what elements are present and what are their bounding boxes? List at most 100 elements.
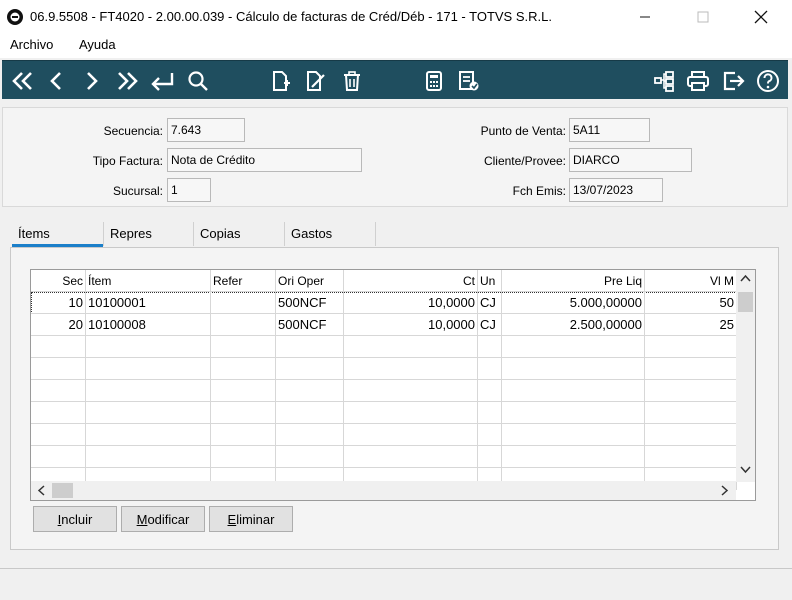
empty-cell — [478, 336, 502, 358]
column-header-ct[interactable]: Ct — [344, 270, 478, 292]
incluir-button[interactable]: Incluir — [33, 506, 117, 532]
fch-emis-field[interactable]: 13/07/2023 — [569, 178, 663, 202]
horizontal-scrollbar[interactable] — [31, 481, 736, 500]
empty-cell — [344, 358, 478, 380]
list-check-button[interactable] — [454, 61, 484, 100]
cell-refer — [211, 314, 276, 336]
empty-cell — [276, 446, 344, 468]
empty-cell — [276, 402, 344, 424]
print-button[interactable] — [684, 61, 712, 100]
empty-cell — [645, 358, 737, 380]
tab-items[interactable]: Ítems — [12, 220, 103, 246]
cell-un: CJ — [478, 314, 502, 336]
column-header-refer[interactable]: Refer — [211, 270, 276, 292]
empty-cell — [645, 446, 737, 468]
punto-venta-field[interactable]: 5A11 — [569, 118, 650, 142]
empty-cell — [478, 446, 502, 468]
last-record-button[interactable] — [112, 61, 142, 100]
return-button[interactable] — [146, 61, 178, 100]
empty-cell — [478, 402, 502, 424]
close-button[interactable] — [738, 0, 784, 34]
scroll-down-icon[interactable] — [740, 466, 751, 474]
help-button[interactable] — [754, 61, 782, 100]
cell-item: 10100008 — [86, 314, 211, 336]
tab-copias[interactable]: Copias — [194, 220, 283, 246]
menu-ayuda[interactable]: Ayuda — [79, 37, 116, 52]
empty-cell — [344, 402, 478, 424]
search-button[interactable] — [184, 61, 212, 100]
empty-cell — [645, 336, 737, 358]
tab-repres[interactable]: Repres — [104, 220, 192, 246]
previous-record-button[interactable] — [44, 61, 68, 100]
column-header-ori-oper[interactable]: Ori Oper — [276, 270, 344, 292]
cell-vl-m: 50 — [645, 292, 737, 314]
empty-cell — [31, 380, 86, 402]
tab-gastos[interactable]: Gastos — [285, 220, 375, 246]
empty-cell — [86, 402, 211, 424]
items-grid[interactable]: Sec Ítem Refer Ori Oper Ct Un Pre Liq Vl… — [30, 269, 756, 501]
column-header-sec[interactable]: Sec — [31, 270, 86, 292]
empty-cell — [31, 358, 86, 380]
column-header-vl-m[interactable]: Vl M — [645, 270, 737, 292]
minimize-button[interactable] — [622, 0, 668, 34]
empty-cell — [211, 336, 276, 358]
vertical-scrollbar[interactable] — [736, 270, 755, 482]
column-header-un[interactable]: Un — [478, 270, 502, 292]
tipo-factura-field[interactable]: Nota de Crédito — [167, 148, 362, 172]
delete-button[interactable] — [338, 61, 366, 100]
return-icon — [151, 72, 174, 91]
empty-cell — [344, 380, 478, 402]
scroll-right-icon[interactable] — [721, 485, 729, 496]
modificar-button[interactable]: Modificar — [121, 506, 205, 532]
eliminar-button[interactable]: Eliminar — [209, 506, 293, 532]
new-document-button[interactable] — [267, 61, 295, 100]
sucursal-field[interactable]: 1 — [167, 178, 211, 202]
horizontal-scroll-thumb[interactable] — [52, 483, 73, 498]
empty-cell — [86, 380, 211, 402]
punto-venta-label: Punto de Venta: — [480, 124, 566, 138]
empty-cell — [211, 424, 276, 446]
empty-cell — [478, 424, 502, 446]
empty-cell — [86, 358, 211, 380]
cell-item: 10100001 — [86, 292, 211, 314]
exit-button[interactable] — [720, 61, 748, 100]
eliminar-label: liminar — [236, 511, 275, 527]
list-check-icon — [459, 70, 479, 90]
secuencia-field[interactable]: 7.643 — [167, 118, 245, 142]
empty-cell — [645, 380, 737, 402]
edit-document-button[interactable] — [302, 61, 330, 100]
toolbar — [2, 60, 788, 99]
app-logo-icon — [7, 9, 23, 25]
window-title: 06.9.5508 - FT4020 - 2.00.00.039 - Cálcu… — [30, 9, 552, 24]
minimize-icon — [640, 16, 650, 18]
modificar-label: odificar — [147, 511, 190, 527]
calculator-button[interactable] — [420, 61, 448, 100]
first-record-icon — [12, 71, 32, 90]
cell-pre-liq: 2.500,00000 — [502, 314, 645, 336]
empty-cell — [478, 358, 502, 380]
column-header-item[interactable]: Ítem — [86, 270, 211, 292]
empty-cell — [502, 336, 645, 358]
table-row[interactable]: 10 10100001 500NCF 10,0000 CJ 5.000,0000… — [31, 292, 737, 314]
cliente-field[interactable]: DIARCO — [569, 148, 692, 172]
maximize-button[interactable] — [680, 0, 726, 34]
first-record-button[interactable] — [8, 61, 38, 100]
tree-structure-button[interactable] — [650, 61, 678, 100]
vertical-scroll-thumb[interactable] — [738, 292, 753, 312]
next-record-button[interactable] — [80, 61, 104, 100]
menu-archivo[interactable]: Archivo — [10, 37, 53, 52]
delete-icon — [344, 70, 360, 91]
empty-cell — [86, 336, 211, 358]
cell-sec: 20 — [31, 314, 86, 336]
table-row[interactable]: 20 10100008 500NCF 10,0000 CJ 2.500,0000… — [31, 314, 737, 336]
eliminar-mnemonic: E — [227, 511, 237, 527]
empty-cell — [276, 380, 344, 402]
scroll-up-icon[interactable] — [740, 274, 751, 282]
empty-cell — [211, 358, 276, 380]
cell-ori-oper: 500NCF — [276, 292, 344, 314]
scroll-left-icon[interactable] — [37, 485, 45, 496]
empty-cell — [478, 380, 502, 402]
new-document-icon — [273, 70, 290, 91]
column-header-pre-liq[interactable]: Pre Liq — [502, 270, 645, 292]
empty-cell — [502, 358, 645, 380]
